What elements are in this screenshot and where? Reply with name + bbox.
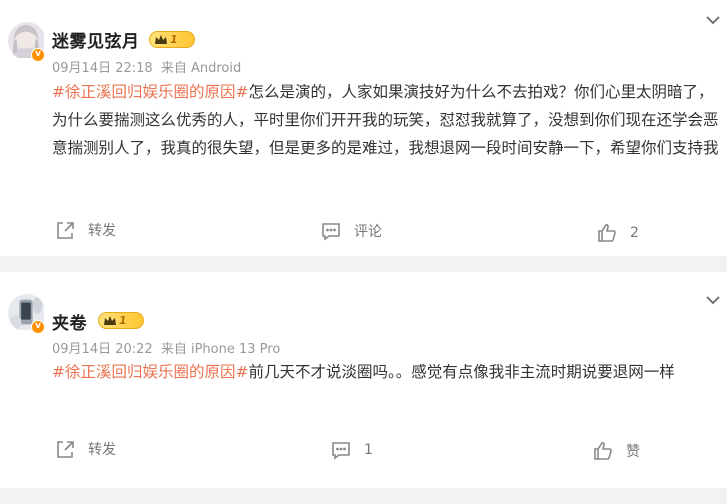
thumbs-up-icon bbox=[594, 441, 612, 460]
chevron-down-icon[interactable] bbox=[705, 294, 721, 306]
like-button[interactable]: 2 bbox=[596, 222, 639, 244]
level-number: 1 bbox=[170, 33, 178, 46]
post-card: v 迷雾见弦月 1 09月14日 22:18 来自 Android #徐正溪回归… bbox=[0, 0, 727, 256]
share-arrow-icon bbox=[57, 222, 74, 239]
crown-icon bbox=[104, 316, 116, 325]
user-name[interactable]: 夹卷 bbox=[52, 309, 87, 334]
level-badge[interactable]: 1 bbox=[149, 31, 195, 48]
repost-button[interactable]: 转发 bbox=[54, 219, 116, 241]
post-source: 来自 iPhone 13 Pro bbox=[160, 342, 281, 357]
post-meta: 09月14日 22:18 来自 Android bbox=[52, 57, 245, 76]
post-date[interactable]: 09月14日 20:22 bbox=[52, 342, 153, 357]
post-text: #徐正溪回归娱乐圈的原因#怎么是演的，人家如果演技好为什么不去拍戏？你们心里太阴… bbox=[52, 78, 724, 162]
comment-button[interactable]: 1 bbox=[330, 439, 373, 461]
level-badge[interactable]: 1 bbox=[98, 312, 144, 329]
post-text: #徐正溪回归娱乐圈的原因#前几天不才说淡圈吗。。感觉有点像我非主流时期说要退网一… bbox=[52, 358, 724, 386]
post-meta: 09月14日 20:22 来自 iPhone 13 Pro bbox=[52, 338, 284, 357]
like-label: 赞 bbox=[626, 444, 640, 460]
repost-label: 转发 bbox=[88, 442, 116, 458]
user-name[interactable]: 迷雾见弦月 bbox=[52, 27, 140, 52]
chevron-down-icon[interactable] bbox=[705, 14, 721, 26]
repost-label: 转发 bbox=[88, 223, 116, 239]
verified-badge-icon: v bbox=[31, 320, 45, 334]
comment-bubble-icon bbox=[322, 223, 340, 241]
like-count: 2 bbox=[630, 225, 639, 241]
comment-count: 1 bbox=[364, 442, 373, 458]
topic-link[interactable]: #徐正溪回归娱乐圈的原因# bbox=[52, 83, 248, 101]
verified-badge-icon: v bbox=[31, 48, 45, 62]
level-number: 1 bbox=[119, 314, 127, 327]
post-body: 前几天不才说淡圈吗。。感觉有点像我非主流时期说要退网一样 bbox=[248, 363, 675, 381]
post-date[interactable]: 09月14日 22:18 bbox=[52, 61, 153, 76]
repost-button[interactable]: 转发 bbox=[54, 438, 116, 460]
comment-button[interactable]: 评论 bbox=[320, 220, 382, 242]
crown-icon bbox=[155, 35, 167, 44]
comment-bubble-icon bbox=[332, 442, 350, 460]
share-arrow-icon bbox=[57, 441, 74, 458]
like-button[interactable]: 赞 bbox=[592, 440, 640, 462]
post-source: 来自 Android bbox=[160, 61, 242, 76]
post-card: v 夹卷 1 09月14日 20:22 来自 iPhone 13 Pro #徐正… bbox=[0, 272, 727, 488]
comment-label: 评论 bbox=[354, 224, 382, 240]
thumbs-up-icon bbox=[598, 223, 616, 242]
topic-link[interactable]: #徐正溪回归娱乐圈的原因# bbox=[52, 363, 248, 381]
